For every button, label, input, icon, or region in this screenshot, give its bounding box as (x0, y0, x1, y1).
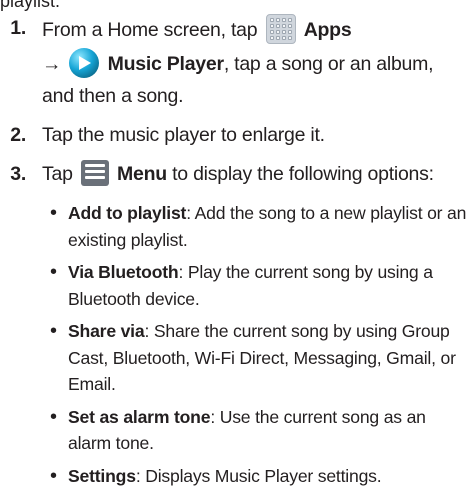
instruction-steps: 1. From a Home screen, tap Apps → Music … (0, 14, 470, 495)
bullet: • (50, 320, 57, 342)
option-label: Share via (68, 321, 145, 341)
step-3-text-start: Tap (42, 163, 73, 186)
step-1-text-end: , tap a song or an album, and then a son… (42, 53, 434, 107)
step-1: 1. From a Home screen, tap Apps → Music … (0, 14, 470, 111)
bullet: • (50, 261, 57, 283)
option-label: Settings (68, 465, 136, 486)
step-number: 3. (10, 163, 26, 185)
menu-label: Menu (117, 163, 167, 186)
option-settings: • Settings: Displays Music Player settin… (0, 463, 470, 490)
bullet: • (50, 405, 57, 428)
option-label: Via Bluetooth (68, 262, 179, 282)
menu-options-list: • Add to playlist: Add the song to a new… (0, 200, 470, 489)
clipped-text-fragment: playlist. (0, 0, 61, 11)
option-set-as-alarm-tone: • Set as alarm tone: Use the current son… (0, 404, 470, 457)
step-2-text: Tap the music player to enlarge it. (42, 124, 325, 146)
music-player-label: Music Player (107, 53, 224, 76)
option-add-to-playlist: • Add to playlist: Add the song to a new… (0, 200, 470, 253)
step-3: 3. Tap Menu to display the following opt… (0, 160, 470, 190)
option-label: Add to playlist (68, 203, 187, 223)
option-description: : Displays Music Player settings. (135, 465, 382, 486)
menu-icon (80, 160, 109, 186)
option-via-bluetooth: • Via Bluetooth: Play the current song b… (0, 259, 470, 312)
step-number: 2. (10, 124, 26, 146)
music-player-icon (69, 48, 100, 78)
bullet: • (50, 202, 57, 224)
step-3-text-end: to display the following options: (166, 163, 434, 186)
apps-icon (265, 14, 296, 44)
arrow: → (42, 53, 62, 76)
option-label: Set as alarm tone (68, 406, 211, 427)
apps-label: Apps (303, 19, 352, 42)
step-number: 1. (10, 17, 26, 39)
bullet: • (50, 464, 57, 487)
option-share-via: • Share via: Share the current song by u… (0, 318, 470, 398)
step-2: 2. Tap the music player to enlarge it. (0, 121, 470, 150)
step-1-text-start: From a Home screen, tap (42, 19, 258, 42)
